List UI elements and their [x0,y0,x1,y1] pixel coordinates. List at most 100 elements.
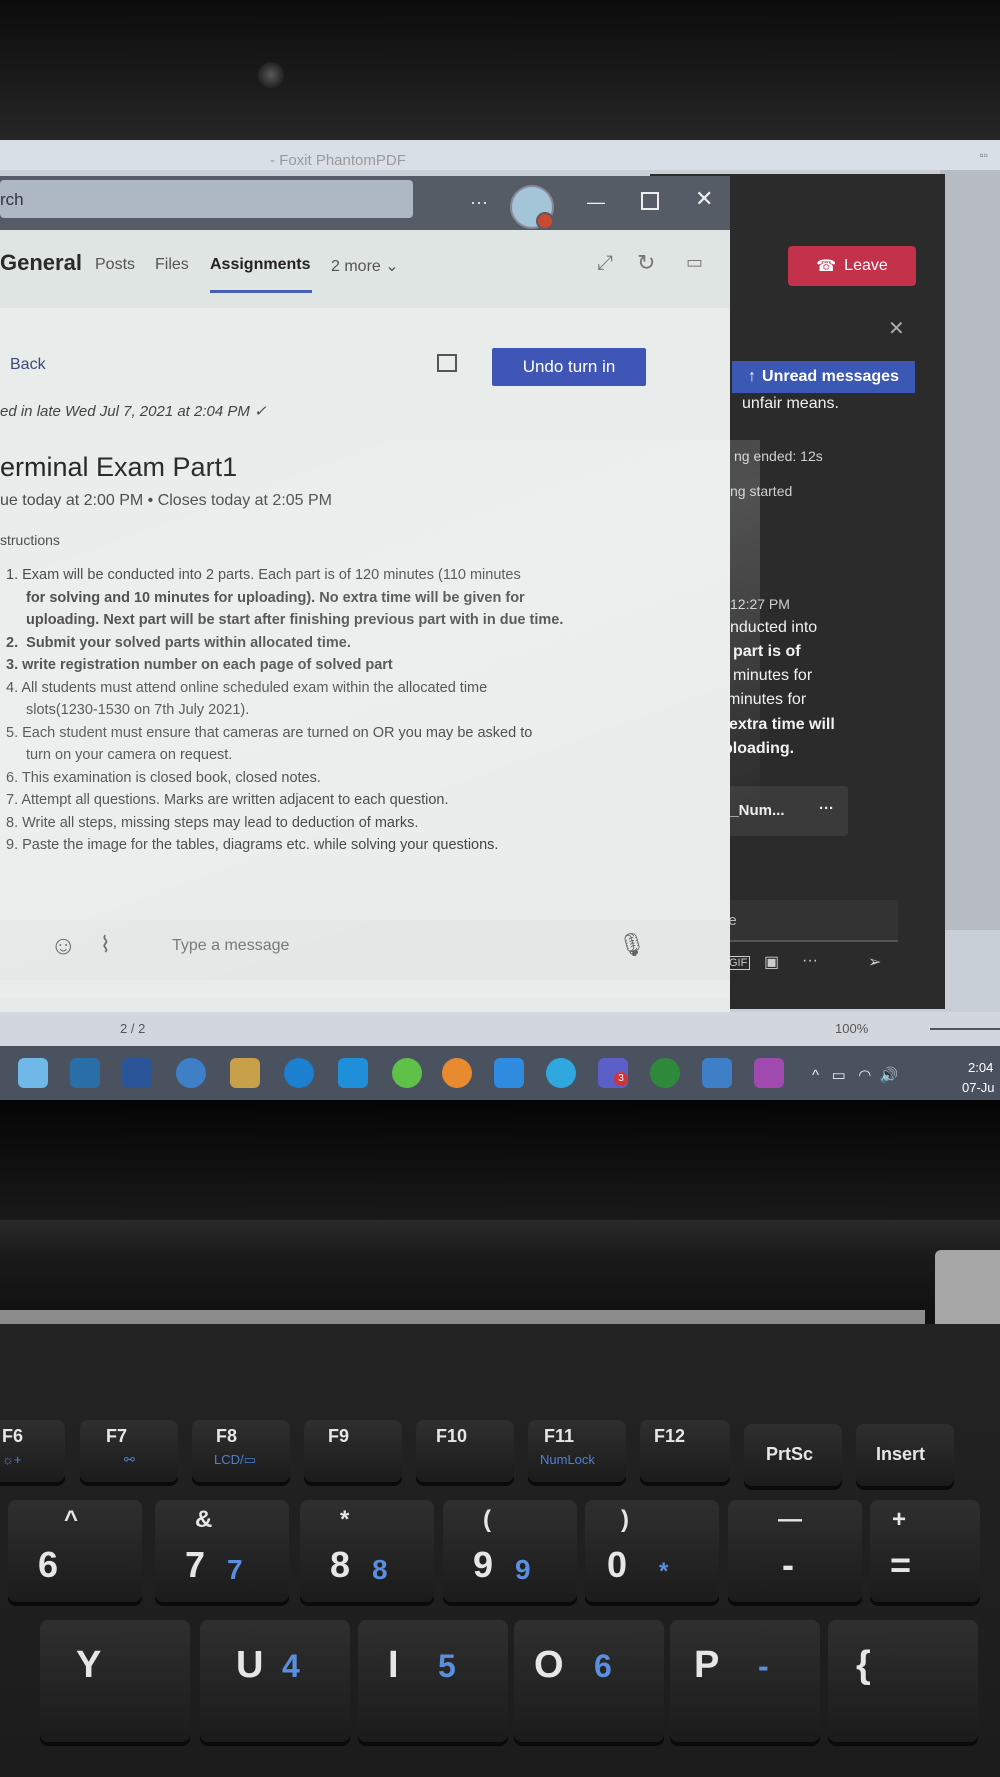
key-p[interactable]: P - [670,1620,820,1742]
key-sublabel: ☼+ [2,1452,22,1467]
key-f8[interactable]: F8 LCD/▭ [192,1420,290,1482]
presence-status-dot [536,212,554,230]
key-label: F12 [654,1426,686,1446]
key-f12[interactable]: F12 [640,1420,730,1482]
page-indicator[interactable]: 2 / 2 [120,1021,145,1036]
volume-icon[interactable]: 🔊 [880,1067,899,1084]
key-f7[interactable]: F7 ⚯ [80,1420,178,1482]
chat-message-text: ploading. [723,740,795,757]
tab-assignments[interactable]: Assignments [210,256,310,274]
expand-icon[interactable]: ⤢ [597,252,613,275]
key-f6[interactable]: F6 ☼+ [0,1420,65,1482]
zoom-level[interactable]: 100% [835,1021,868,1036]
immersive-reader-icon[interactable] [437,354,457,372]
chevron-up-icon[interactable]: ^ [812,1067,819,1084]
back-link[interactable]: Back [10,356,46,374]
paperclip-icon[interactable]: ⌇ [100,932,111,958]
clock-date[interactable]: 07-Ju [962,1080,995,1095]
wifi-icon[interactable]: ◠ [858,1067,871,1084]
orange-app-icon[interactable] [442,1058,472,1088]
key-equals[interactable]: + = [870,1500,980,1602]
meet-now-icon[interactable]: ▭ [686,252,703,273]
paint-icon[interactable] [230,1058,260,1088]
leaf-app-icon[interactable] [650,1058,680,1088]
key-i[interactable]: I 5 [358,1620,508,1742]
key-sublabel: ⚯ [124,1452,135,1467]
word-icon[interactable] [122,1058,152,1088]
green-app-icon[interactable] [392,1058,422,1088]
emoji-icon[interactable]: ☺ [50,930,77,961]
clock-time[interactable]: 2:04 [968,1060,993,1075]
key-numpad-label: 8 [372,1554,388,1585]
key-prtsc[interactable]: PrtSc [744,1424,842,1486]
key-shift-label: ( [483,1506,491,1533]
reload-icon[interactable]: ↻ [637,250,655,276]
key-main-label: P [694,1644,720,1686]
store-icon[interactable] [70,1058,100,1088]
key-shift-label: ^ [64,1506,79,1533]
file-attachment-card[interactable]: 5_Num... ··· [718,786,848,836]
vscode-icon[interactable] [494,1058,524,1088]
zoom-slider[interactable] [930,1028,1000,1030]
key-minus[interactable]: — - [728,1500,862,1602]
key-shift-label: ) [621,1506,629,1533]
leave-button[interactable]: ☎ Leave [788,246,916,286]
unread-messages-button[interactable]: ↑ Unread messages [732,361,915,393]
firefox-icon[interactable] [702,1058,732,1088]
pdf-app-icon[interactable] [754,1058,784,1088]
key-6[interactable]: ^ 6 [8,1500,142,1602]
edge-icon[interactable] [546,1058,576,1088]
instruction-line: slots(1230-1530 on 7th July 2021). [26,702,250,718]
tab-posts[interactable]: Posts [95,256,135,274]
key-f10[interactable]: F10 [416,1420,514,1482]
microphone-icon[interactable]: 🎙 [618,932,646,958]
app-icon[interactable] [176,1058,206,1088]
key-8[interactable]: * 8 8 [300,1500,434,1602]
instruction-line: 6. This examination is closed book, clos… [6,769,321,786]
key-y[interactable]: Y [40,1620,190,1742]
key-main-label: I [388,1644,399,1686]
battery-icon[interactable]: ▭ [832,1067,846,1084]
instruction-line: 5. Each student must ensure that cameras… [6,724,533,741]
close-icon[interactable]: ✕ [695,186,713,212]
key-0[interactable]: ) 0 * [585,1500,719,1602]
remote-app-icon[interactable] [284,1058,314,1088]
key-left-brace[interactable]: { [828,1620,978,1742]
key-numpad-label: 7 [227,1554,243,1585]
tab-more[interactable]: 2 more ⌄ [331,256,399,276]
key-f11[interactable]: F11 NumLock [528,1420,626,1482]
key-main-label: = [890,1544,912,1585]
more-options-icon[interactable]: ··· [802,952,818,970]
more-options-icon[interactable]: ··· [819,800,834,817]
pdf-window-title: - Foxit PhantomPDF [270,152,406,169]
laptop-top-bezel [0,0,1000,140]
laptop-screen: - Foxit PhantomPDF ▫▫ ☎ Leave ✕ ↑ Unread… [0,140,1000,1100]
close-icon[interactable]: ✕ [888,316,905,341]
tab-files[interactable]: Files [155,256,189,274]
key-label: PrtSc [766,1444,814,1464]
pdf-status-bar: 2 / 2 100% [0,1012,1000,1046]
window-grid-icon[interactable]: ▫▫ [979,148,988,162]
channel-name: General [0,250,82,275]
teams-icon[interactable]: 3 [598,1058,628,1088]
send-icon[interactable]: ➢ [868,952,881,972]
leave-button-label: Leave [844,257,888,274]
key-label: F10 [436,1426,468,1446]
key-f9[interactable]: F9 [304,1420,402,1482]
instruction-list: 1. Exam will be conducted into 2 parts. … [0,564,646,857]
maximize-icon[interactable] [641,192,659,210]
key-9[interactable]: ( 9 9 [443,1500,577,1602]
more-options-icon[interactable]: ··· [470,192,488,213]
key-insert[interactable]: Insert [856,1424,954,1486]
zoom-app-icon[interactable] [338,1058,368,1088]
cube-app-icon[interactable] [18,1058,48,1088]
key-o[interactable]: O 6 [514,1620,664,1742]
search-input[interactable]: rch [0,180,413,218]
notification-badge: 3 [614,1072,628,1086]
minimize-icon[interactable]: — [587,192,605,213]
sticker-icon[interactable]: ▣ [764,952,779,972]
message-input[interactable] [170,936,554,956]
undo-turn-in-button[interactable]: Undo turn in [492,348,646,386]
key-7[interactable]: & 7 7 [155,1500,289,1602]
key-u[interactable]: U 4 [200,1620,350,1742]
